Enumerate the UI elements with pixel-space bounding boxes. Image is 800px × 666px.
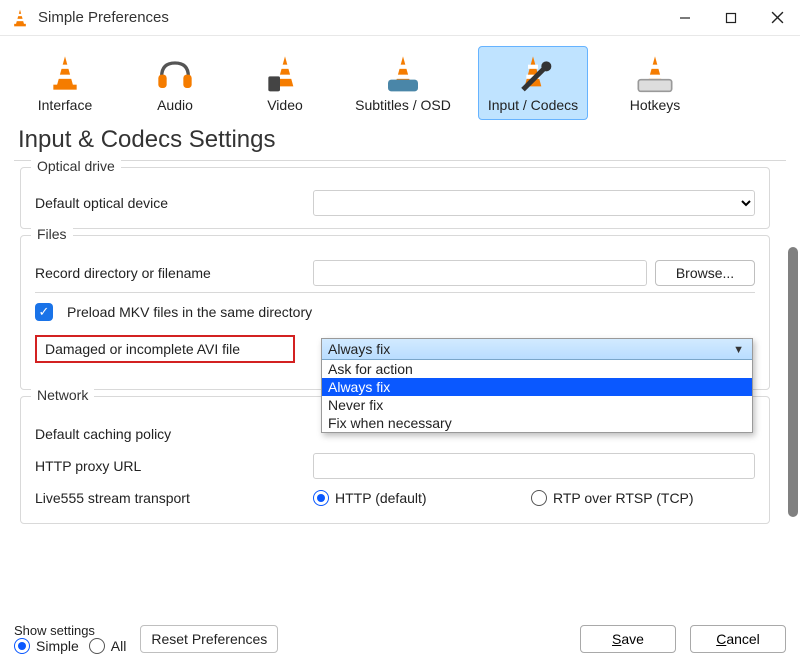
show-settings-simple-radio[interactable]: Simple (14, 638, 79, 654)
group-title: Files (31, 226, 73, 242)
audio-icon (153, 53, 197, 93)
divider (14, 160, 786, 161)
live555-rtp-radio[interactable]: RTP over RTSP (TCP) (531, 490, 694, 506)
tab-interface[interactable]: Interface (22, 46, 108, 120)
video-icon (263, 53, 307, 93)
tab-label: Subtitles / OSD (355, 97, 451, 113)
settings-panel: Optical drive Default optical device Fil… (0, 167, 800, 524)
avi-file-label: Damaged or incomplete AVI file (35, 335, 295, 363)
window-title-text: Simple Preferences (38, 9, 169, 26)
record-directory-label: Record directory or filename (35, 265, 305, 281)
preload-mkv-checkbox[interactable]: ✓ (35, 303, 53, 321)
avi-file-dropdown[interactable]: Always fix ▼ Ask for action Always fix N… (321, 338, 753, 433)
maximize-button[interactable] (708, 0, 754, 35)
live555-http-radio[interactable]: HTTP (default) (313, 490, 523, 506)
show-settings-all-radio[interactable]: All (89, 638, 127, 654)
subtitles-icon (381, 53, 425, 93)
group-files: Files Record directory or filename Brows… (20, 235, 770, 390)
show-settings-title: Show settings (14, 623, 126, 638)
avi-option-when-necessary[interactable]: Fix when necessary (322, 414, 752, 432)
tab-label: Input / Codecs (488, 97, 578, 113)
tab-label: Interface (38, 97, 92, 113)
group-title: Optical drive (31, 158, 121, 174)
vlc-cone-icon (10, 8, 30, 28)
reset-preferences-button[interactable]: Reset Preferences (140, 625, 278, 653)
caching-policy-label: Default caching policy (35, 426, 305, 442)
http-proxy-input[interactable] (313, 453, 755, 479)
page-title: Input & Codecs Settings (0, 120, 800, 158)
save-button[interactable]: Save (580, 625, 676, 653)
tab-label: Audio (157, 97, 193, 113)
window-title: Simple Preferences (10, 8, 662, 28)
group-optical-drive: Optical drive Default optical device (20, 167, 770, 229)
scrollbar[interactable] (788, 247, 798, 517)
group-title: Network (31, 387, 94, 403)
input-codecs-icon (511, 53, 555, 93)
avi-option-ask[interactable]: Ask for action (322, 360, 752, 378)
radio-icon (531, 490, 547, 506)
tab-audio[interactable]: Audio (132, 46, 218, 120)
record-directory-input[interactable] (313, 260, 647, 286)
titlebar: Simple Preferences (0, 0, 800, 36)
tab-label: Hotkeys (630, 97, 681, 113)
live555-label: Live555 stream transport (35, 490, 305, 506)
preload-mkv-label: Preload MKV files in the same directory (67, 304, 312, 320)
tab-video[interactable]: Video (242, 46, 328, 120)
tab-subtitles[interactable]: Subtitles / OSD (352, 46, 454, 120)
divider (35, 292, 755, 293)
default-optical-device-select[interactable] (313, 190, 755, 216)
radio-icon (89, 638, 105, 654)
cancel-button[interactable]: Cancel (690, 625, 786, 653)
footer: Show settings Simple All Reset Preferenc… (0, 623, 800, 660)
avi-option-never[interactable]: Never fix (322, 396, 752, 414)
radio-icon (313, 490, 329, 506)
browse-button[interactable]: Browse... (655, 260, 755, 286)
tab-label: Video (267, 97, 303, 113)
default-optical-device-label: Default optical device (35, 195, 305, 211)
interface-icon (43, 53, 87, 93)
avi-dropdown-selected[interactable]: Always fix ▼ (322, 339, 752, 360)
category-tabs: Interface Audio Video Subtitles / OSD In… (0, 36, 800, 120)
tab-input-codecs[interactable]: Input / Codecs (478, 46, 588, 120)
minimize-button[interactable] (662, 0, 708, 35)
close-button[interactable] (754, 0, 800, 35)
avi-option-always[interactable]: Always fix (322, 378, 752, 396)
chevron-down-icon: ▼ (733, 344, 744, 356)
radio-icon (14, 638, 30, 654)
tab-hotkeys[interactable]: Hotkeys (612, 46, 698, 120)
hotkeys-icon (633, 53, 677, 93)
http-proxy-label: HTTP proxy URL (35, 458, 305, 474)
